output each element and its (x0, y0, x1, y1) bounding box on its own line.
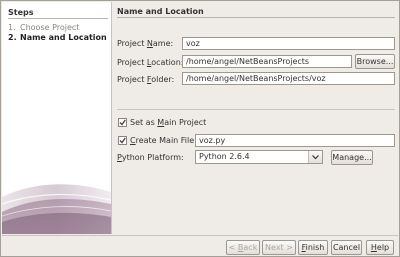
label-text: Project (117, 75, 147, 84)
manage-button[interactable]: Manage... (331, 150, 373, 165)
step-item-choose-project: 1. Choose Project (8, 23, 79, 32)
checkmark-icon (119, 137, 126, 144)
checkmark-icon (119, 119, 126, 126)
back-button[interactable]: < Back (226, 240, 260, 255)
browse-button[interactable]: Browse... (355, 54, 395, 69)
label-text: Project (117, 58, 147, 67)
footer-divider (2, 235, 398, 236)
project-name-label: Project Name: (117, 39, 173, 48)
button-text: elp (376, 243, 390, 252)
steps-title: Steps (8, 8, 34, 17)
label-text: ython Platform: (121, 153, 184, 162)
label-text: ocation: (151, 58, 184, 67)
panel-title-divider (117, 17, 395, 18)
label-text: ain Project (164, 118, 207, 127)
step-number: 1. (8, 23, 16, 32)
main-file-input[interactable] (195, 134, 395, 147)
label-text: Project (117, 39, 147, 48)
step-item-name-and-location: 2. Name and Location (8, 33, 107, 42)
label-text: reate Main File (135, 136, 195, 145)
label-text: ame: (152, 39, 174, 48)
button-text: inish (305, 243, 325, 252)
step-label: Choose Project (20, 23, 80, 32)
python-platform-value: Python 2.6.4 (199, 152, 250, 161)
button-text: < (228, 243, 238, 252)
label-text: Set as (130, 118, 158, 127)
project-folder-label: Project Folder: (117, 75, 174, 84)
steps-divider (8, 18, 108, 19)
create-main-file-label: Create Main File (130, 136, 194, 145)
help-button[interactable]: Help (366, 240, 394, 255)
project-location-input[interactable] (182, 55, 352, 68)
label-text: older: (151, 75, 175, 84)
project-location-label: Project Location: (117, 58, 183, 67)
python-platform-select[interactable]: Python 2.6.4 (195, 150, 323, 164)
section-divider (117, 109, 395, 110)
step-label: Name and Location (20, 33, 107, 42)
python-platform-label: Python Platform: (117, 153, 184, 162)
decorative-swoosh-image (2, 184, 111, 234)
finish-button[interactable]: Finish (298, 240, 328, 255)
project-name-input[interactable] (182, 37, 395, 50)
create-main-file-checkbox[interactable] (118, 136, 127, 145)
project-folder-input[interactable] (182, 72, 395, 85)
next-button[interactable]: Next > (262, 240, 296, 255)
set-main-project-label: Set as Main Project (130, 118, 206, 127)
set-main-project-checkbox[interactable] (118, 118, 127, 127)
cancel-button[interactable]: Cancel (331, 240, 362, 255)
panel-title: Name and Location (117, 7, 204, 16)
chevron-down-icon[interactable] (308, 151, 322, 163)
step-number: 2. (8, 33, 17, 42)
button-text: ack (243, 243, 258, 252)
steps-panel: Steps 1. Choose Project 2. Name and Locati… (2, 2, 112, 234)
wizard-window: Steps 1. Choose Project 2. Name and Locati… (0, 0, 400, 257)
